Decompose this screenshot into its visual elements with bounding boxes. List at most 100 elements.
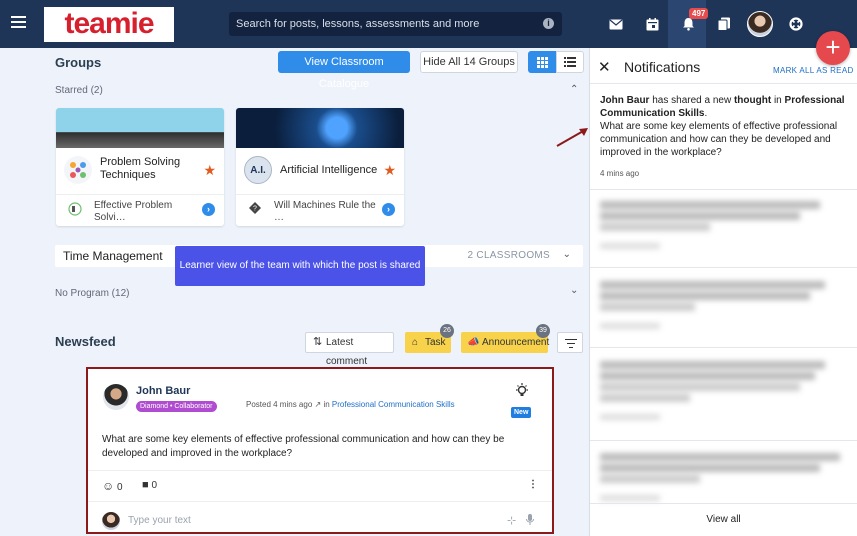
notif-kind: thought xyxy=(733,95,772,106)
task-count-badge: 26 xyxy=(440,324,454,338)
search-placeholder: Search for posts, lessons, assessments a… xyxy=(236,18,480,30)
thought-icon: ? xyxy=(248,202,262,216)
svg-text:?: ? xyxy=(253,206,257,213)
hide-groups-button[interactable]: Hide All 14 Groups xyxy=(420,51,518,73)
list-view-icon[interactable] xyxy=(556,51,584,73)
grid-view-icon[interactable] xyxy=(528,51,556,73)
calendar-icon[interactable] xyxy=(641,13,663,35)
chevron-right-icon[interactable]: › xyxy=(382,203,395,216)
comment-icon: ■ xyxy=(142,479,149,491)
author-name[interactable]: John Baur xyxy=(136,385,190,397)
top-bar: teamie Search for posts, lessons, assess… xyxy=(0,0,857,48)
help-lifebuoy-icon[interactable] xyxy=(785,13,807,35)
card-latest-item[interactable]: Will Machines Rule the … xyxy=(274,200,376,224)
author-avatar[interactable] xyxy=(103,384,129,410)
hamburger-menu-icon[interactable] xyxy=(11,16,26,30)
no-program-label: No Program (12) xyxy=(55,288,130,299)
divider xyxy=(88,501,552,502)
post-meta: Posted 4 mins ago ↗ in Professional Comm… xyxy=(246,400,455,409)
announcement-count-badge: 39 xyxy=(536,324,550,338)
chevron-up-icon[interactable]: ⌃ xyxy=(570,84,578,95)
external-link-icon[interactable]: ↗ xyxy=(315,400,322,409)
announcement-filter-button[interactable]: 📣 Announcement xyxy=(461,332,550,353)
blurred-notification[interactable] xyxy=(600,358,850,432)
notif-text: has shared a new xyxy=(652,95,732,106)
chevron-right-icon[interactable]: › xyxy=(202,203,215,216)
lesson-icon xyxy=(68,202,82,216)
notif-in: in xyxy=(773,95,782,106)
search-input[interactable]: Search for posts, lessons, assessments a… xyxy=(229,12,562,36)
card-title: Problem Solving Techniques xyxy=(100,156,181,181)
divider xyxy=(590,267,857,268)
group-card-ai[interactable]: A.I. Artificial Intelligence ★ ? Will Ma… xyxy=(236,108,404,226)
notifications-title: Notifications xyxy=(624,59,701,75)
filter-icon[interactable] xyxy=(557,332,583,353)
blurred-notification[interactable] xyxy=(600,198,850,261)
chevron-down-icon[interactable]: ⌄ xyxy=(570,285,578,296)
announcement-label: Announcement xyxy=(482,337,550,348)
card-title: Artificial Intelligence xyxy=(280,164,378,176)
view-catalogue-button[interactable]: View Classroom Catalogue xyxy=(278,51,410,90)
mail-icon[interactable] xyxy=(605,13,627,35)
starred-label: Starred (2) xyxy=(55,85,103,96)
group-icon xyxy=(64,156,92,184)
in-text: in xyxy=(323,400,330,409)
more-options-icon[interactable]: ⋮ xyxy=(528,479,538,490)
divider xyxy=(590,440,857,441)
add-plus-button[interactable]: + xyxy=(816,31,850,65)
sort-latest-comment-button[interactable]: ⇅ Latest comment xyxy=(305,332,394,367)
smiley-icon: ☺ xyxy=(102,479,115,493)
comment-button[interactable]: ■ 0 xyxy=(142,479,157,491)
groups-heading: Groups xyxy=(55,55,102,70)
divider xyxy=(590,83,857,84)
star-icon[interactable]: ★ xyxy=(203,162,216,179)
post-body: What are some key elements of effective … xyxy=(102,434,505,459)
program-title: Time Management xyxy=(63,249,163,263)
teamie-logo[interactable]: teamie xyxy=(44,7,174,42)
info-icon[interactable]: i xyxy=(543,18,554,29)
group-card-problem-solving[interactable]: Problem Solving Techniques ★ Effective P… xyxy=(56,108,224,226)
posted-time: Posted 4 mins ago xyxy=(246,400,313,409)
reaction-button[interactable]: ☺ 0 xyxy=(102,479,123,493)
attachment-icon[interactable]: ⊹ xyxy=(507,514,516,527)
divider xyxy=(56,194,224,195)
copy-pages-icon[interactable] xyxy=(713,13,735,35)
card-banner xyxy=(236,108,404,148)
divider xyxy=(590,503,857,504)
lightbulb-icon xyxy=(515,383,529,402)
divider xyxy=(590,189,857,190)
new-badge: New xyxy=(511,407,532,418)
chevron-down-icon[interactable]: ⌄ xyxy=(563,249,571,260)
notifications-panel: ✕ Notifications MARK ALL AS READ John Ba… xyxy=(589,48,857,536)
reaction-count: 0 xyxy=(117,482,123,493)
card-banner xyxy=(56,108,224,148)
divider xyxy=(590,347,857,348)
view-all-link[interactable]: View all xyxy=(590,514,857,525)
notif-message: What are some key elements of effective … xyxy=(600,121,838,158)
post-card: John Baur Diamond • Collaborator Posted … xyxy=(86,367,554,534)
highlight-arrow-icon xyxy=(556,128,588,147)
mark-all-read-link[interactable]: MARK ALL AS READ xyxy=(773,66,854,75)
newsfeed-heading: Newsfeed xyxy=(55,334,116,349)
home-icon: ⌂ xyxy=(412,337,419,348)
blurred-notification[interactable] xyxy=(600,278,850,341)
notification-item[interactable]: John Baur has shared a new thought in Pr… xyxy=(600,94,848,180)
sort-label: Latest comment xyxy=(326,337,368,367)
divider xyxy=(236,194,404,195)
group-link[interactable]: Professional Communication Skills xyxy=(332,400,455,409)
notif-time: 4 mins ago xyxy=(600,169,640,178)
microphone-icon[interactable] xyxy=(526,514,534,528)
actor-name: John Baur xyxy=(600,95,650,106)
classroom-count: 2 CLASSROOMS xyxy=(467,250,550,261)
group-icon: A.I. xyxy=(244,156,272,184)
user-avatar[interactable] xyxy=(747,11,773,37)
card-latest-item[interactable]: Effective Problem Solvi… xyxy=(94,200,196,224)
close-icon[interactable]: ✕ xyxy=(598,58,611,76)
megaphone-icon: 📣 xyxy=(467,337,480,348)
comment-input[interactable]: Type your text xyxy=(128,515,191,526)
star-icon[interactable]: ★ xyxy=(383,162,396,179)
commenter-avatar xyxy=(102,512,120,530)
divider xyxy=(88,470,552,471)
notification-count-badge: 497 xyxy=(689,8,709,19)
comment-count: 0 xyxy=(151,480,157,491)
